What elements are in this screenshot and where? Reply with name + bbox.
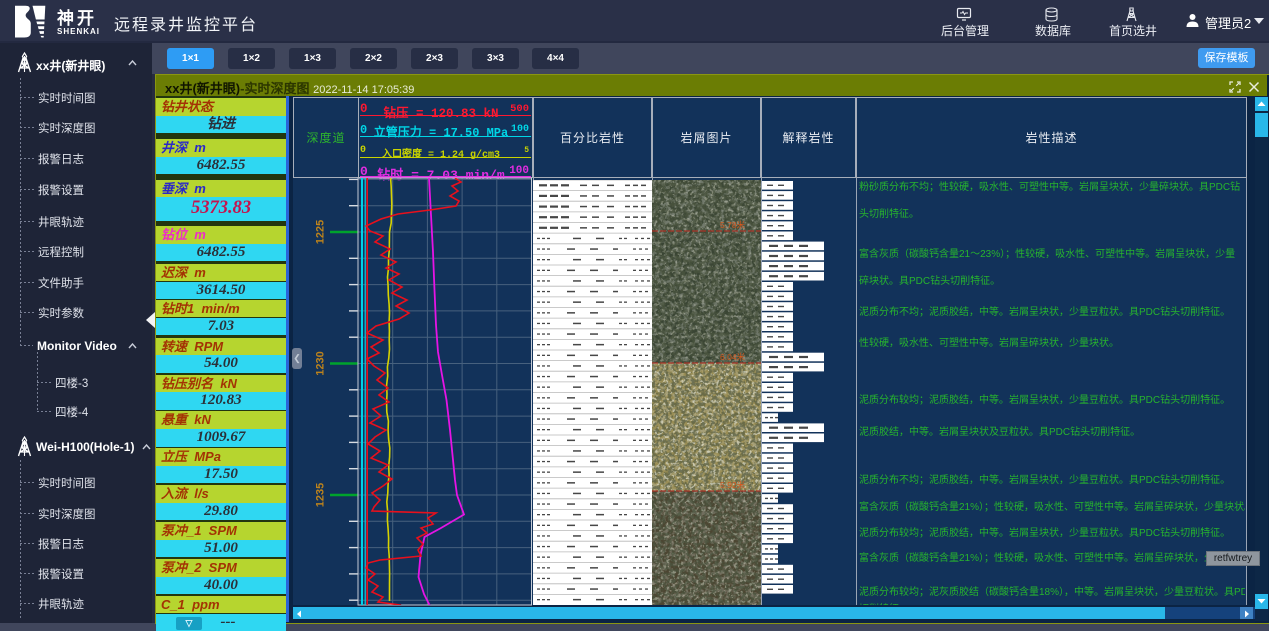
svg-text:1235: 1235 bbox=[315, 483, 327, 507]
svg-text:5.92米: 5.92米 bbox=[720, 480, 746, 490]
svg-text:5.78米: 5.78米 bbox=[720, 220, 746, 230]
svg-text:1230: 1230 bbox=[315, 351, 327, 375]
svg-text:1225: 1225 bbox=[315, 220, 327, 244]
svg-text:6.04米: 6.04米 bbox=[720, 352, 746, 362]
